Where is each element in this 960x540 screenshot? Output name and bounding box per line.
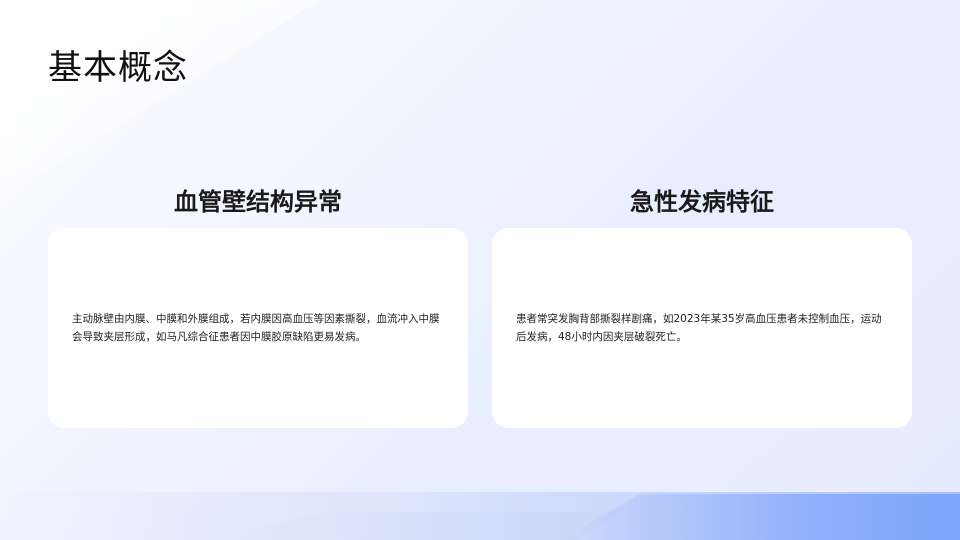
column-heading: 血管壁结构异常 <box>174 188 342 216</box>
content-card: 患者常突发胸背部撕裂样剧痛，如2023年某35岁高血压患者未控制血压，运动后发病… <box>492 228 912 428</box>
column-structure: 血管壁结构异常 主动脉壁由内膜、中膜和外膜组成，若内膜因高血压等因素撕裂，血流冲… <box>48 180 468 428</box>
column-heading: 急性发病特征 <box>630 188 774 216</box>
decorative-highlight-top <box>0 0 320 200</box>
content-card: 主动脉壁由内膜、中膜和外膜组成，若内膜因高血压等因素撕裂，血流冲入中膜会导致夹层… <box>48 228 468 428</box>
column-onset: 急性发病特征 患者常突发胸背部撕裂样剧痛，如2023年某35岁高血压患者未控制血… <box>492 180 912 428</box>
card-body-text: 患者常突发胸背部撕裂样剧痛，如2023年某35岁高血压患者未控制血压，运动后发病… <box>516 313 882 343</box>
page-title: 基本概念 <box>48 48 188 88</box>
card-body-text: 主动脉壁由内膜、中膜和外膜组成，若内膜因高血压等因素撕裂，血流冲入中膜会导致夹层… <box>72 313 440 343</box>
slide: 基本概念 血管壁结构异常 主动脉壁由内膜、中膜和外膜组成，若内膜因高血压等因素撕… <box>0 0 960 540</box>
